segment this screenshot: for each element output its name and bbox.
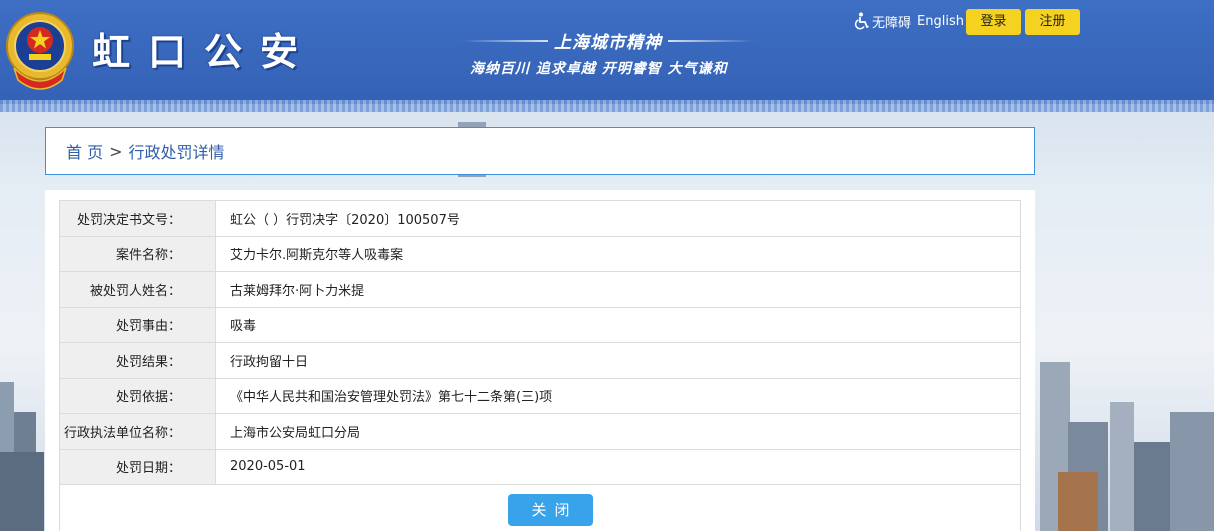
row-value: 吸毒 <box>215 306 1021 343</box>
police-emblem-icon <box>6 12 74 90</box>
city-slogan: 上海城市精神 海纳百川 追求卓越 开明睿智 大气谦和 <box>462 24 762 84</box>
row-value: 上海市公安局虹口分局 <box>215 413 1021 450</box>
row-label: 处罚日期： <box>59 448 216 485</box>
row-value: 《中华人民共和国治安管理处罚法》第七十二条第(三)项 <box>215 377 1021 414</box>
row-label: 处罚决定书文号： <box>59 200 216 237</box>
row-label: 被处罚人姓名： <box>59 271 216 308</box>
register-button[interactable]: 注册 <box>1025 9 1080 35</box>
accessibility-link[interactable]: 无障碍 <box>872 12 911 31</box>
detail-panel: 处罚决定书文号： 虹公（ ）行罚决字〔2020〕100507号 案件名称： 艾力… <box>45 190 1035 531</box>
slogan-title: 上海城市精神 <box>554 33 662 53</box>
header-decorative-band <box>0 100 1214 112</box>
table-row: 处罚决定书文号： 虹公（ ）行罚决字〔2020〕100507号 <box>59 200 1021 237</box>
row-value: 虹公（ ）行罚决字〔2020〕100507号 <box>215 200 1021 237</box>
breadcrumb-home-link[interactable]: 首 页 <box>66 139 103 163</box>
login-button[interactable]: 登录 <box>966 9 1021 35</box>
slogan-subtitle: 海纳百川 追求卓越 开明睿智 大气谦和 <box>470 61 728 77</box>
table-row: 处罚依据： 《中华人民共和国治安管理处罚法》第七十二条第(三)项 <box>59 377 1021 414</box>
row-label: 处罚结果： <box>59 342 216 379</box>
table-row: 被处罚人姓名： 古莱姆拜尔·阿卜力米提 <box>59 271 1021 308</box>
penalty-detail-table: 处罚决定书文号： 虹公（ ）行罚决字〔2020〕100507号 案件名称： 艾力… <box>59 200 1021 485</box>
close-button-row: 关闭 <box>59 484 1021 531</box>
accessibility-icon[interactable] <box>854 12 870 30</box>
breadcrumb-separator: > <box>109 141 123 161</box>
row-value: 行政拘留十日 <box>215 342 1021 379</box>
table-row: 行政执法单位名称： 上海市公安局虹口分局 <box>59 413 1021 450</box>
table-row: 处罚日期： 2020-05-01 <box>59 448 1021 485</box>
row-label: 案件名称： <box>59 235 216 272</box>
site-header: 虹口公安 上海城市精神 海纳百川 追求卓越 开明睿智 大气谦和 无障碍 Engl… <box>0 0 1214 104</box>
breadcrumb-current: 行政处罚详情 <box>128 143 225 162</box>
slogan-divider-right <box>668 40 754 42</box>
close-button[interactable]: 关闭 <box>508 494 593 526</box>
slogan-divider-left <box>462 40 548 42</box>
row-label: 处罚事由： <box>59 306 216 343</box>
row-value: 艾力卡尔.阿斯克尔等人吸毒案 <box>215 235 1021 272</box>
breadcrumb: 首 页 > 行政处罚详情 <box>45 127 1035 175</box>
english-link[interactable]: English <box>917 14 964 29</box>
top-links: 无障碍 English <box>854 11 964 31</box>
site-title: 虹口公安 <box>92 30 317 74</box>
table-row: 处罚事由： 吸毒 <box>59 306 1021 343</box>
row-value: 古莱姆拜尔·阿卜力米提 <box>215 271 1021 308</box>
row-value: 2020-05-01 <box>215 448 1021 485</box>
row-label: 处罚依据： <box>59 377 216 414</box>
row-label: 行政执法单位名称： <box>59 413 216 450</box>
table-row: 处罚结果： 行政拘留十日 <box>59 342 1021 379</box>
table-row: 案件名称： 艾力卡尔.阿斯克尔等人吸毒案 <box>59 235 1021 272</box>
